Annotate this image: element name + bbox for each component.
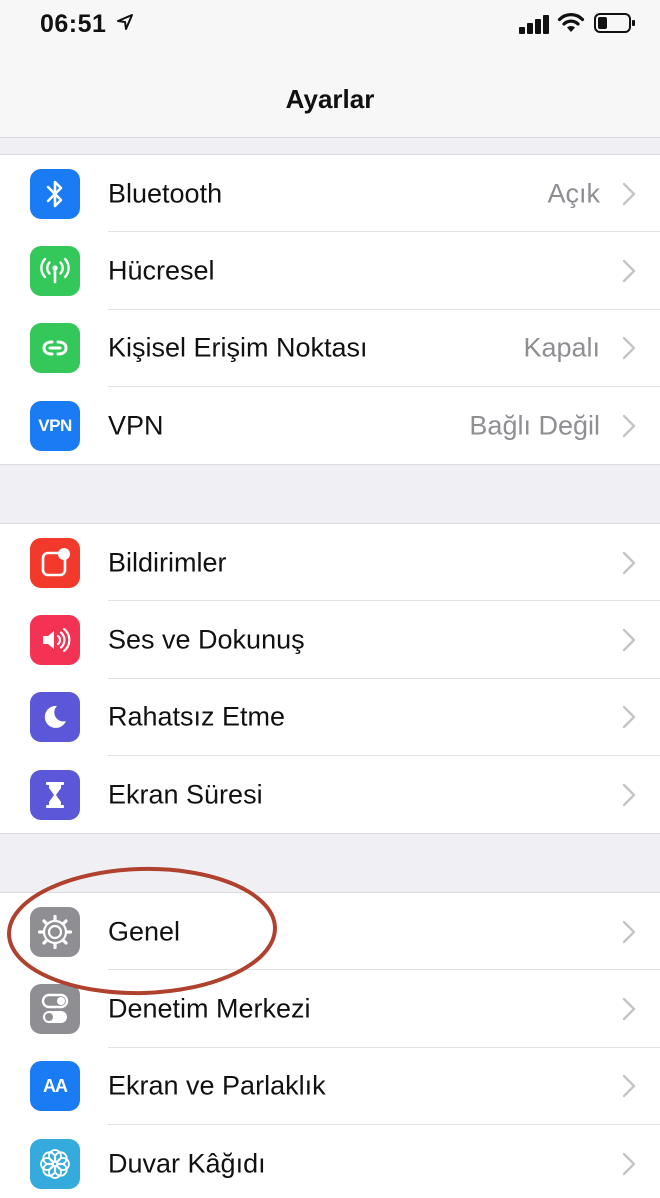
- chevron-right-icon: [622, 414, 636, 437]
- notifications-icon: [30, 537, 80, 588]
- settings-row-cellular[interactable]: Hücresel: [0, 232, 660, 310]
- chevron-right-icon: [622, 551, 636, 574]
- settings-row-label: Bluetooth: [108, 178, 223, 209]
- settings-row-wallpaper[interactable]: Duvar Kâğıdı: [0, 1125, 660, 1198]
- wifi-icon: [557, 13, 585, 32]
- settings-group-connectivity: Bluetooth Açık Hücresel Kişisel Erişim N…: [0, 154, 660, 466]
- settings-row-notifications[interactable]: Bildirimler: [0, 524, 660, 602]
- status-time: 06:51: [40, 10, 107, 38]
- display-icon-text: AA: [43, 1075, 68, 1096]
- vpn-icon-text: VPN: [38, 415, 72, 435]
- status-bar: 06:51: [0, 0, 660, 56]
- gear-icon: [30, 906, 80, 957]
- settings-row-label: Kişisel Erişim Noktası: [108, 332, 368, 363]
- settings-row-value: Kapalı: [523, 332, 600, 363]
- chevron-right-icon: [622, 783, 636, 806]
- bluetooth-icon: [30, 168, 80, 219]
- control-center-icon: [30, 983, 80, 1034]
- settings-row-label: Ekran ve Parlaklık: [108, 1070, 326, 1101]
- settings-row-do-not-disturb[interactable]: Rahatsız Etme: [0, 679, 660, 756]
- chevron-right-icon: [622, 1075, 636, 1098]
- settings-row-screen-time[interactable]: Ekran Süresi: [0, 756, 660, 833]
- display-brightness-icon: AA: [30, 1061, 80, 1112]
- settings-row-bluetooth[interactable]: Bluetooth Açık: [0, 155, 660, 233]
- vpn-icon: VPN: [30, 400, 80, 451]
- settings-row-label: Denetim Merkezi: [108, 993, 311, 1024]
- settings-row-label: Bildirimler: [108, 547, 227, 578]
- settings-row-label: Ekran Süresi: [108, 779, 263, 810]
- settings-row-general[interactable]: Genel: [0, 893, 660, 971]
- settings-row-display-brightness[interactable]: AA Ekran ve Parlaklık: [0, 1048, 660, 1125]
- settings-group-notifications: Bildirimler Ses ve Dokunuş Rahatsız Etme: [0, 523, 660, 835]
- settings-row-label: Genel: [108, 916, 181, 947]
- settings-row-control-center[interactable]: Denetim Merkezi: [0, 970, 660, 1048]
- hourglass-icon: [30, 769, 80, 820]
- chevron-right-icon: [622, 997, 636, 1021]
- settings-row-sounds[interactable]: Ses ve Dokunuş: [0, 601, 660, 679]
- page-title: Ayarlar: [285, 84, 375, 114]
- wallpaper-flower-icon: [30, 1138, 80, 1189]
- personal-hotspot-icon: [30, 323, 80, 374]
- cellular-signal-icon: [519, 15, 549, 34]
- settings-row-personal-hotspot[interactable]: Kişisel Erişim Noktası Kapalı: [0, 310, 660, 387]
- location-arrow-icon: [117, 14, 133, 30]
- settings-row-value: Açık: [547, 178, 600, 209]
- chevron-right-icon: [622, 920, 636, 943]
- navigation-bar: Ayarlar: [0, 56, 660, 138]
- moon-icon: [30, 692, 80, 743]
- chevron-right-icon: [622, 259, 636, 283]
- settings-row-vpn[interactable]: VPN VPN Bağlı Değil: [0, 387, 660, 464]
- chevron-right-icon: [622, 182, 636, 205]
- settings-row-label: Duvar Kâğıdı: [108, 1148, 266, 1179]
- battery-icon: [594, 13, 635, 33]
- settings-row-label: Hücresel: [108, 255, 215, 286]
- cellular-antenna-icon: [30, 245, 80, 296]
- chevron-right-icon: [622, 706, 636, 729]
- settings-row-value: Bağlı Değil: [469, 410, 600, 441]
- settings-row-label: Ses ve Dokunuş: [108, 624, 305, 655]
- settings-row-label: Rahatsız Etme: [108, 701, 286, 732]
- settings-row-label: VPN: [108, 410, 164, 441]
- chevron-right-icon: [622, 1152, 636, 1175]
- chevron-right-icon: [622, 628, 636, 652]
- settings-group-general: Genel Denetim Merkezi AA Ekran ve Parlak…: [0, 892, 660, 1198]
- speaker-icon: [30, 614, 80, 665]
- chevron-right-icon: [622, 337, 636, 360]
